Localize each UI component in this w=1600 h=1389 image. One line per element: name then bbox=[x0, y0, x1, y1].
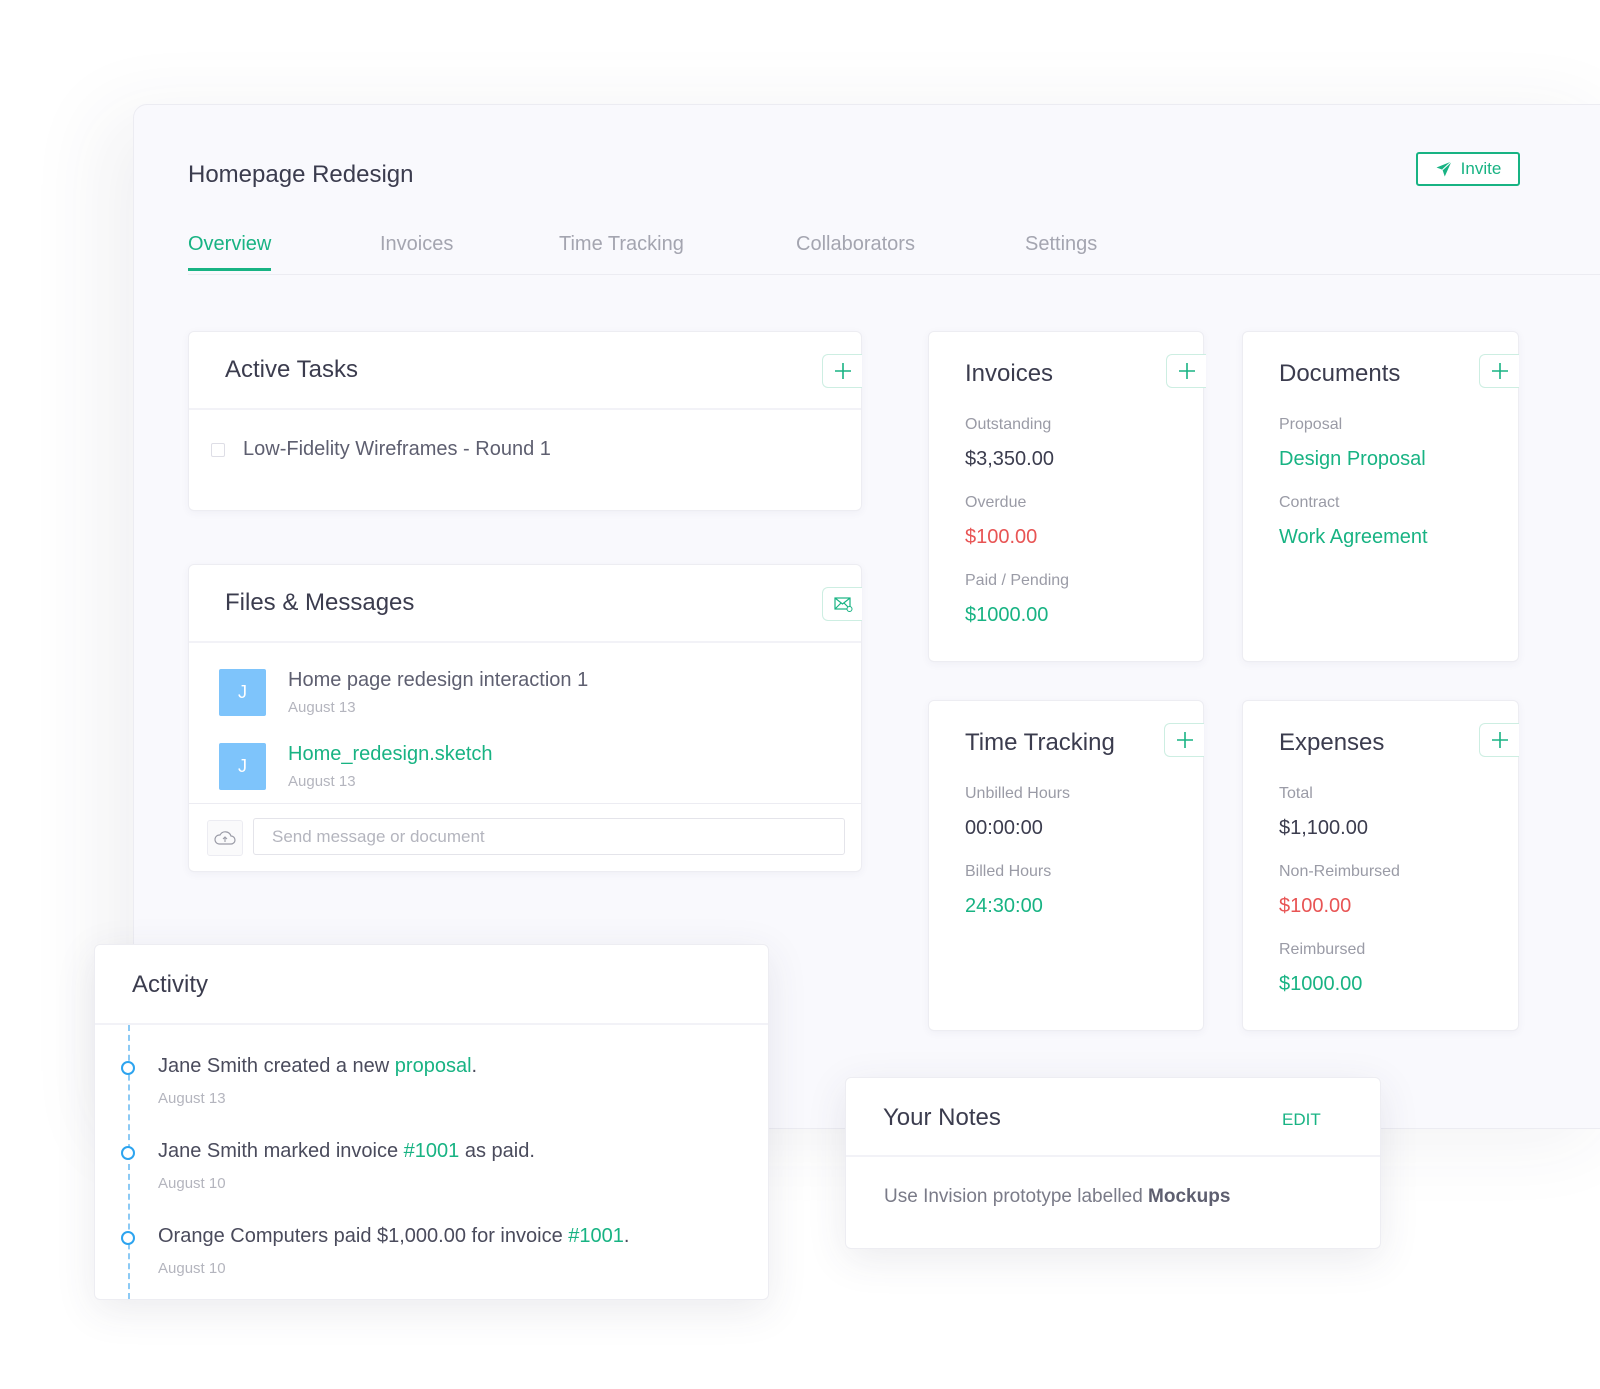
total-value: $1,100.00 bbox=[1279, 817, 1368, 839]
timeline-dot-icon bbox=[121, 1061, 135, 1075]
time-tracking-title: Time Tracking bbox=[965, 729, 1115, 756]
divider bbox=[189, 641, 861, 643]
cloud-upload-icon bbox=[214, 831, 236, 845]
activity-text: Jane Smith marked invoice bbox=[158, 1140, 404, 1162]
reimbursed-label: Reimbursed bbox=[1279, 941, 1366, 958]
billed-hours-label: Billed Hours bbox=[965, 863, 1052, 880]
paid-pending-value: $1000.00 bbox=[965, 604, 1049, 626]
tab-invoices[interactable]: Invoices bbox=[380, 233, 453, 268]
activity-text: Jane Smith created a new bbox=[158, 1055, 395, 1077]
edit-notes-button[interactable]: EDIT bbox=[1282, 1110, 1321, 1130]
documents-card: Documents Proposal Design Proposal Contr… bbox=[1242, 331, 1519, 662]
activity-link[interactable]: proposal bbox=[395, 1055, 472, 1077]
tab-settings[interactable]: Settings bbox=[1025, 233, 1097, 268]
activity-date: August 13 bbox=[158, 1090, 226, 1107]
reimbursed-value: $1000.00 bbox=[1279, 973, 1363, 995]
invite-label: Invite bbox=[1460, 159, 1502, 178]
plus-icon bbox=[1491, 732, 1508, 748]
upload-button[interactable] bbox=[207, 820, 243, 856]
page-title: Homepage Redesign bbox=[188, 161, 414, 188]
files-messages-card: Files & Messages J Home page redesign in… bbox=[188, 564, 862, 872]
proposal-label: Proposal bbox=[1279, 416, 1343, 433]
outstanding-label: Outstanding bbox=[965, 416, 1052, 433]
files-messages-title: Files & Messages bbox=[225, 589, 415, 616]
expenses-title: Expenses bbox=[1279, 729, 1385, 756]
message-item[interactable]: J Home page redesign interaction 1 Augus… bbox=[219, 669, 588, 716]
invite-button[interactable]: Invite bbox=[1416, 152, 1520, 186]
file-date: August 13 bbox=[288, 773, 356, 790]
avatar: J bbox=[219, 669, 266, 716]
message-input[interactable] bbox=[253, 818, 845, 855]
file-item[interactable]: J Home_redesign.sketch August 13 bbox=[219, 743, 493, 790]
activity-title: Activity bbox=[132, 971, 209, 998]
plus-icon bbox=[1178, 363, 1195, 379]
divider bbox=[95, 1023, 768, 1025]
activity-date: August 10 bbox=[158, 1175, 226, 1192]
compose-message-button[interactable] bbox=[822, 587, 862, 621]
file-link[interactable]: Home_redesign.sketch bbox=[288, 743, 493, 765]
total-label: Total bbox=[1279, 785, 1313, 802]
timeline-dot-icon bbox=[121, 1146, 135, 1160]
tab-bar: Overview Invoices Time Tracking Collabor… bbox=[188, 233, 1600, 275]
paid-pending-label: Paid / Pending bbox=[965, 572, 1070, 589]
activity-card: Activity Jane Smith created a new propos… bbox=[94, 944, 769, 1300]
add-invoice-button[interactable] bbox=[1166, 354, 1206, 388]
message-date: August 13 bbox=[288, 699, 356, 716]
avatar: J bbox=[219, 743, 266, 790]
activity-link[interactable]: #1001 bbox=[404, 1140, 460, 1162]
active-tasks-card: Active Tasks Low-Fidelity Wireframes - R… bbox=[188, 331, 862, 511]
divider bbox=[846, 1155, 1380, 1157]
billed-hours-value: 24:30:00 bbox=[965, 895, 1043, 917]
proposal-link[interactable]: Design Proposal bbox=[1279, 448, 1426, 471]
contract-label: Contract bbox=[1279, 494, 1340, 511]
activity-text: . bbox=[471, 1055, 478, 1077]
outstanding-value: $3,350.00 bbox=[965, 448, 1054, 470]
add-time-entry-button[interactable] bbox=[1164, 723, 1204, 757]
tab-overview[interactable]: Overview bbox=[188, 233, 272, 271]
message-title[interactable]: Home page redesign interaction 1 bbox=[288, 669, 588, 691]
activity-link[interactable]: #1001 bbox=[568, 1225, 624, 1247]
time-tracking-card: Time Tracking Unbilled Hours 00:00:00 Bi… bbox=[928, 700, 1204, 1031]
task-checkbox[interactable] bbox=[211, 442, 225, 457]
add-document-button[interactable] bbox=[1479, 354, 1519, 388]
invoices-card: Invoices Outstanding $3,350.00 Overdue $… bbox=[928, 331, 1206, 662]
non-reimbursed-value: $100.00 bbox=[1279, 895, 1352, 917]
add-task-button[interactable] bbox=[822, 354, 862, 388]
plus-icon bbox=[1176, 732, 1193, 748]
unbilled-hours-label: Unbilled Hours bbox=[965, 785, 1070, 802]
overdue-value: $100.00 bbox=[965, 526, 1038, 548]
divider bbox=[189, 408, 861, 410]
active-tasks-title: Active Tasks bbox=[225, 356, 358, 383]
paper-plane-icon bbox=[1436, 161, 1452, 177]
activity-date: August 10 bbox=[158, 1260, 226, 1277]
invoices-title: Invoices bbox=[965, 360, 1054, 387]
plus-icon bbox=[1491, 363, 1508, 379]
tab-time-tracking[interactable]: Time Tracking bbox=[559, 233, 684, 268]
add-expense-button[interactable] bbox=[1479, 723, 1519, 757]
envelope-icon bbox=[833, 597, 852, 612]
tab-collaborators[interactable]: Collaborators bbox=[796, 233, 915, 268]
activity-text: as paid. bbox=[459, 1140, 535, 1162]
unbilled-hours-value: 00:00:00 bbox=[965, 817, 1043, 839]
message-composer bbox=[189, 803, 861, 873]
timeline-dot-icon bbox=[121, 1231, 135, 1245]
note-text: Use Invision prototype labelled Mockups bbox=[884, 1186, 1230, 1208]
note-body: Use Invision prototype labelled bbox=[884, 1186, 1149, 1207]
notes-card: Your Notes EDIT Use Invision prototype l… bbox=[845, 1077, 1381, 1249]
plus-icon bbox=[834, 363, 851, 379]
note-highlight: Mockups bbox=[1148, 1186, 1231, 1207]
contract-link[interactable]: Work Agreement bbox=[1279, 526, 1428, 549]
documents-title: Documents bbox=[1279, 360, 1401, 387]
task-label[interactable]: Low-Fidelity Wireframes - Round 1 bbox=[243, 438, 551, 461]
notes-title: Your Notes bbox=[883, 1104, 1001, 1131]
activity-text: . bbox=[623, 1225, 630, 1247]
task-item: Low-Fidelity Wireframes - Round 1 bbox=[211, 438, 551, 461]
non-reimbursed-label: Non-Reimbursed bbox=[1279, 863, 1400, 880]
expenses-card: Expenses Total $1,100.00 Non-Reimbursed … bbox=[1242, 700, 1519, 1031]
overdue-label: Overdue bbox=[965, 494, 1027, 511]
activity-text: Orange Computers paid $1,000.00 for invo… bbox=[158, 1225, 569, 1247]
